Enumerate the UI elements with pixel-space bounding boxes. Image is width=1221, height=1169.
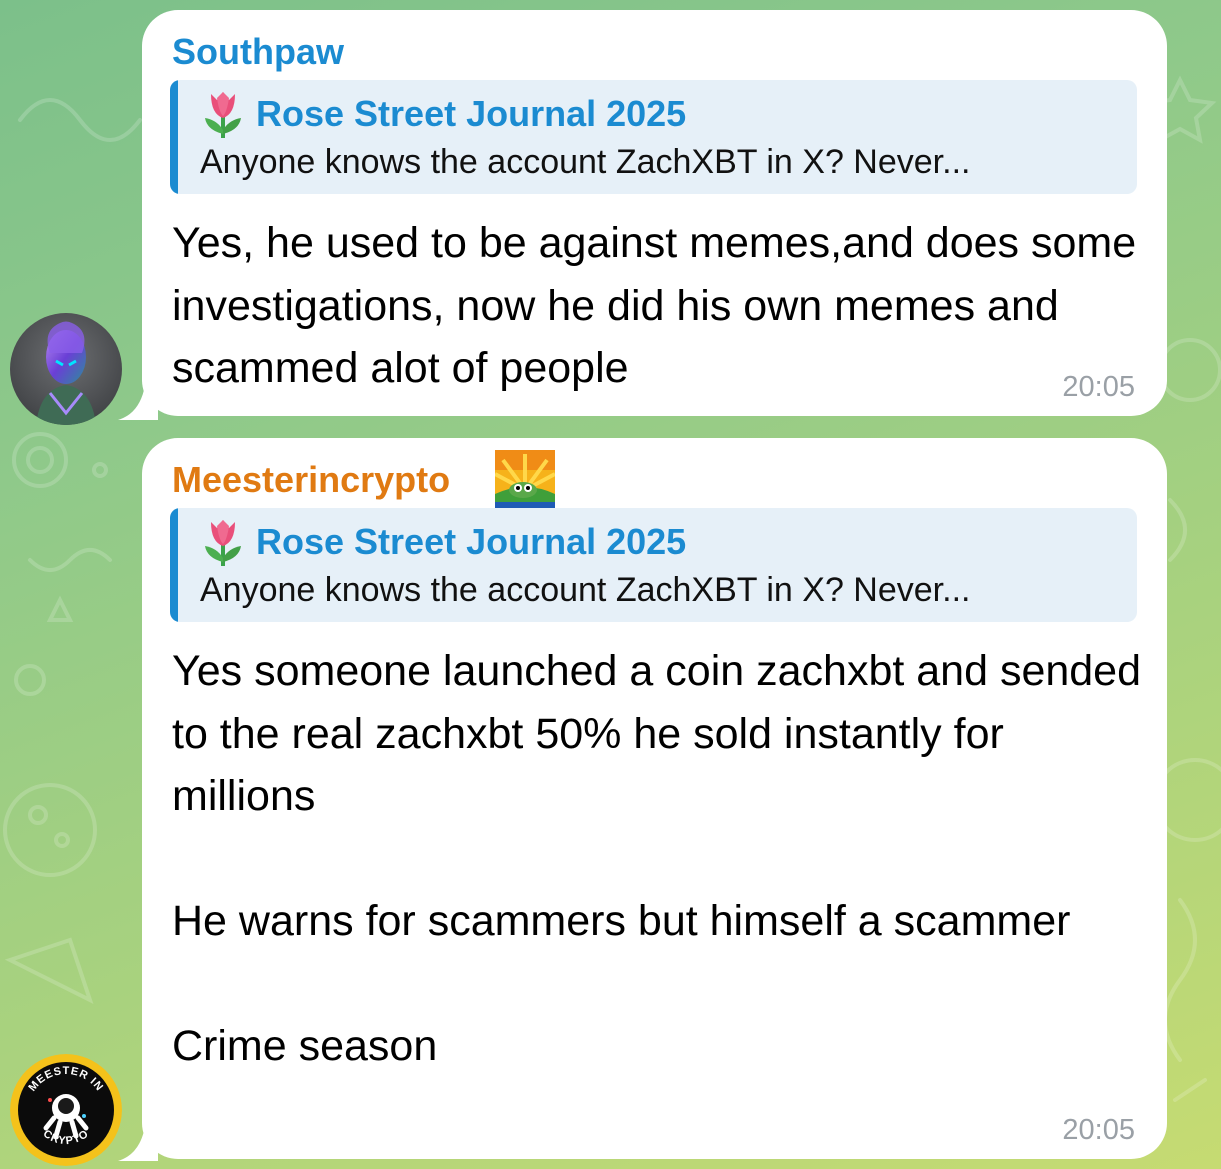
reply-preview[interactable]: Rose Street Journal 2025 Anyone knows th… (170, 508, 1137, 622)
reply-preview[interactable]: Rose Street Journal 2025 Anyone knows th… (170, 80, 1137, 194)
alien-avatar-icon (10, 313, 122, 425)
message-text: Yes, he used to be against memes,and doe… (172, 219, 1149, 392)
reply-title: Rose Street Journal 2025 (256, 93, 687, 134)
message-timestamp: 20:05 (1062, 1114, 1135, 1146)
message-bubble[interactable]: Meesterincrypto Rose Street Journal 2025… (142, 438, 1167, 1159)
tulip-emoji-icon (205, 92, 241, 138)
reply-title: Rose Street Journal 2025 (256, 521, 687, 562)
pepe-sunrise-emoji-icon (495, 450, 555, 510)
avatar[interactable]: MEESTER IN CRYPTO (10, 1054, 122, 1166)
message-timestamp: 20:05 (1062, 371, 1135, 403)
sender-name[interactable]: Southpaw (172, 30, 344, 74)
avatar[interactable] (10, 313, 122, 425)
message-southpaw[interactable]: Southpaw Rose Street Journal 2025 Anyone… (0, 10, 1221, 425)
reply-accent-bar (170, 508, 178, 622)
message-text: Yes someone launched a coin zachxbt and … (172, 647, 1142, 1070)
reply-accent-bar (170, 80, 178, 194)
message-bubble[interactable]: Southpaw Rose Street Journal 2025 Anyone… (142, 10, 1167, 416)
message-meesterincrypto[interactable]: MEESTER IN CRYPTO Meesterincrypto Rose S… (0, 438, 1221, 1166)
reply-text: Anyone knows the account ZachXBT in X? N… (200, 143, 971, 181)
sender-name[interactable]: Meesterincrypto (172, 458, 450, 502)
meester-in-crypto-logo-icon: MEESTER IN CRYPTO (10, 1054, 122, 1166)
reply-text: Anyone knows the account ZachXBT in X? N… (200, 571, 971, 609)
tulip-emoji-icon (205, 520, 241, 566)
